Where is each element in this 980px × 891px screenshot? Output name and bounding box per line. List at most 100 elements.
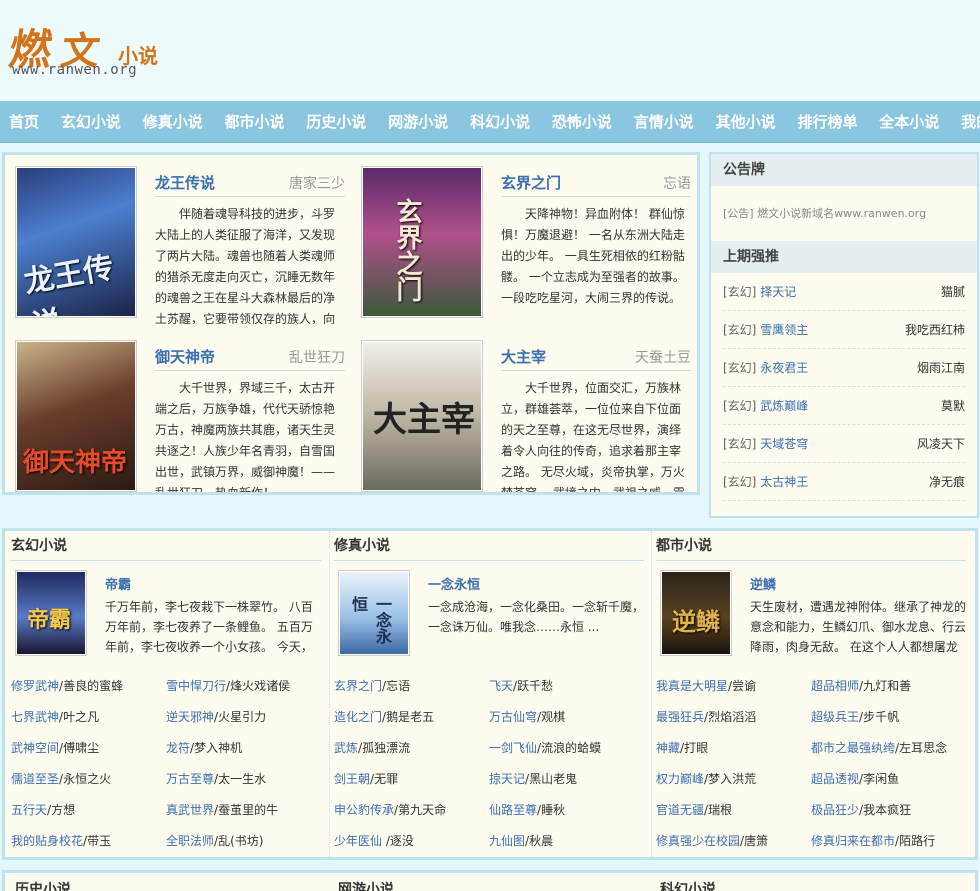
book-link[interactable]: 权力巅峰	[656, 772, 704, 786]
book-cover[interactable]: 逆鳞	[660, 570, 732, 656]
book-link[interactable]: 超级兵王	[811, 710, 859, 724]
book-link[interactable]: 超品相师	[811, 679, 859, 693]
book-link[interactable]: 龙符	[166, 741, 190, 755]
book-title[interactable]: 一念永恒	[428, 574, 480, 593]
book-author: 带玉	[87, 834, 112, 848]
book-link[interactable]: 七界武神	[11, 710, 59, 724]
book-link[interactable]: 我的贴身校花	[11, 834, 83, 848]
nav-kongbu[interactable]: 恐怖小说	[543, 101, 621, 142]
book-link[interactable]: 五行天	[11, 803, 47, 817]
nav-xiuzhen[interactable]: 修真小说	[134, 101, 212, 142]
rank-row: [玄幻] 武炼巅峰 莫默	[723, 387, 965, 425]
book-link[interactable]: 万古仙穹	[489, 710, 537, 724]
book-cover[interactable]: 帝霸	[15, 570, 87, 656]
rank-author: 净无痕	[928, 475, 965, 489]
nav-kehuan[interactable]: 科幻小说	[461, 101, 539, 142]
book-title[interactable]: 玄界之门	[501, 172, 561, 193]
book-cover[interactable]: 大主宰	[361, 340, 483, 492]
logo-domain: www.ranwen.org	[12, 62, 138, 78]
book-author[interactable]: 天蚕土豆	[635, 347, 691, 367]
cover-title: 大主宰	[373, 400, 475, 440]
rank-category: [玄幻]	[723, 285, 757, 299]
rank-author: 我吃西红柿	[904, 323, 965, 337]
category-dushi: 都市小说 逆鳞 逆鳞 天生废材，遭遇龙神附体。继承了神龙的意念和能力，生鳞幻爪、…	[650, 531, 972, 857]
book-author: 傅啸尘	[63, 741, 100, 755]
book-link[interactable]: 最强狂兵	[656, 710, 704, 724]
book-link[interactable]: 修真强少在校园	[656, 834, 740, 848]
book-link[interactable]: 少年医仙	[334, 834, 386, 848]
book-cover[interactable]: 玄界之门	[361, 166, 483, 318]
rank-book-link[interactable]: 天域苍穹	[760, 437, 808, 451]
book-link[interactable]: 武炼	[334, 741, 358, 755]
rank-book-link[interactable]: 择天记	[760, 285, 796, 299]
book-link[interactable]: 极品狂少	[811, 803, 859, 817]
nav-yanqing[interactable]: 言情小说	[625, 101, 703, 142]
sidebar: 公告牌 [公告] 燃文小说新域名www.ranwen.org 上期强推 [玄幻]…	[709, 152, 979, 518]
book-link[interactable]: 飞天	[489, 679, 513, 693]
book-link[interactable]: 神藏	[656, 741, 680, 755]
nav-wangyou[interactable]: 网游小说	[379, 101, 457, 142]
book-author: 火星引力	[218, 710, 267, 724]
nav-paihang[interactable]: 排行榜单	[788, 101, 866, 142]
category-heading: 历史小说	[15, 882, 71, 891]
book-desc: 伴随着魂导科技的进步，斗罗大陆上的人类征服了海洋，又发现了两片大陆。魂兽也随着人…	[155, 207, 336, 324]
list-row: 五行天/方想 真武世界/蚕茧里的牛	[11, 803, 279, 817]
book-cover[interactable]: 龙王传说	[15, 166, 137, 318]
book-link[interactable]: 都市之最强纨绔	[811, 741, 895, 755]
notice-item[interactable]: [公告] 燃文小说新域名www.ranwen.org	[711, 186, 977, 241]
book-link[interactable]: 儒道至圣	[11, 772, 59, 786]
nav-home[interactable]: 首页	[0, 101, 48, 142]
nav-quanben[interactable]: 全本小说	[870, 101, 948, 142]
book-link[interactable]: 真武世界	[166, 803, 214, 817]
book-author: 孤独漂流	[362, 741, 411, 755]
book-author[interactable]: 唐家三少	[289, 173, 345, 193]
book-link[interactable]: 超品透视	[811, 772, 859, 786]
book-cover[interactable]: 御天神帝	[15, 340, 137, 492]
book-author: 尝谕	[732, 679, 757, 693]
book-link[interactable]: 掠天记	[489, 772, 525, 786]
divider	[501, 370, 691, 371]
book-author: 陌路行	[899, 834, 936, 848]
main-nav: 首页 玄幻小说 修真小说 都市小说 历史小说 网游小说 科幻小说 恐怖小说 言情…	[0, 101, 980, 143]
book-link[interactable]: 申公豹传承	[334, 803, 394, 817]
book-author: 乱(书坊)	[218, 834, 264, 848]
book-author[interactable]: 乱世狂刀	[289, 347, 345, 367]
book-link[interactable]: 逆天邪神	[166, 710, 214, 724]
book-link[interactable]: 修罗武神	[11, 679, 59, 693]
book-link[interactable]: 雪中悍刀行	[166, 679, 226, 693]
site-logo[interactable]: 燃 文 小说 www.ranwen.org	[6, 14, 180, 84]
book-link[interactable]: 我真是大明星	[656, 679, 728, 693]
book-author: 流浪的蛤蟆	[541, 741, 602, 755]
nav-mine[interactable]: 我的	[952, 101, 980, 142]
book-link[interactable]: 官道无疆	[656, 803, 704, 817]
book-link[interactable]: 修真归来在都市	[811, 834, 895, 848]
book-link[interactable]: 剑王朝	[334, 772, 370, 786]
book-link[interactable]: 万古至尊	[166, 772, 214, 786]
book-link[interactable]: 仙路至尊	[489, 803, 537, 817]
list-row: 武炼/孤独漂流 一剑飞仙/流浪的蛤蟆	[334, 741, 602, 755]
book-link[interactable]: 一剑飞仙	[489, 741, 537, 755]
book-link[interactable]: 全职法师	[166, 834, 214, 848]
list-row: 神藏/打眼 都市之最强纨绔/左耳思念	[656, 741, 948, 755]
book-cover[interactable]: 一念永恒	[338, 570, 410, 656]
list-row: 我真是大明星/尝谕 超品相师/九灯和善	[656, 679, 912, 693]
book-title[interactable]: 大主宰	[501, 346, 546, 367]
nav-xuanhuan[interactable]: 玄幻小说	[52, 101, 130, 142]
rank-book-link[interactable]: 太古神王	[760, 475, 808, 489]
book-link[interactable]: 造化之门	[334, 710, 382, 724]
book-title[interactable]: 逆鳞	[750, 574, 776, 593]
list-row: 玄界之门/忘语 飞天/跃千愁	[334, 679, 554, 693]
book-link[interactable]: 玄界之门	[334, 679, 382, 693]
book-title[interactable]: 御天神帝	[155, 346, 215, 367]
rank-book-link[interactable]: 永夜君王	[760, 361, 808, 375]
book-link[interactable]: 九仙图	[489, 834, 525, 848]
book-author[interactable]: 忘语	[663, 173, 691, 193]
rank-book-link[interactable]: 武炼巅峰	[760, 399, 808, 413]
book-link[interactable]: 武神空间	[11, 741, 59, 755]
nav-lishi[interactable]: 历史小说	[297, 101, 375, 142]
nav-qita[interactable]: 其他小说	[707, 101, 785, 142]
book-title[interactable]: 龙王传说	[155, 172, 215, 193]
book-title[interactable]: 帝霸	[105, 574, 131, 593]
rank-book-link[interactable]: 雪鹰领主	[760, 323, 808, 337]
nav-dushi[interactable]: 都市小说	[216, 101, 294, 142]
